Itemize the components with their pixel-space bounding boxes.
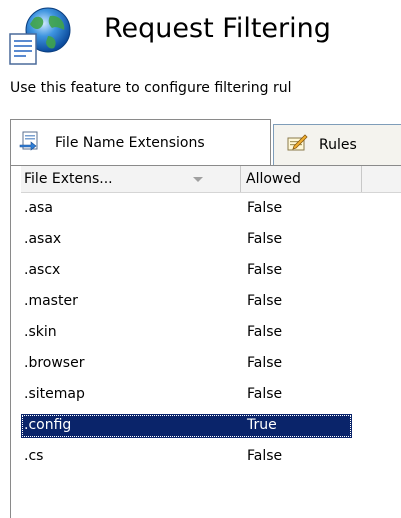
allowed-cell: False [247, 448, 283, 464]
list-item[interactable]: .skin False [21, 317, 401, 348]
column-header-file-extension[interactable]: File Extens... [21, 166, 241, 192]
list-item[interactable]: .asa False [21, 193, 401, 224]
tab-label: Rules [319, 137, 357, 153]
list-item[interactable]: .sitemap False [21, 379, 401, 410]
allowed-cell: False [247, 200, 283, 216]
list-item[interactable]: .cs False [21, 441, 401, 464]
allowed-cell: False [247, 231, 283, 247]
list-item[interactable]: .browser False [21, 348, 401, 379]
tabstrip: File Name Extensions Rules [0, 119, 401, 166]
extension-cell: .browser [24, 355, 85, 371]
request-filtering-globe-document-icon [9, 7, 71, 65]
column-header-label: Allowed [246, 171, 301, 187]
feature-description: Use this feature to configure filtering … [10, 80, 292, 96]
allowed-cell: False [247, 386, 283, 402]
extension-cell: .cs [24, 448, 44, 464]
extension-cell: .asax [24, 231, 62, 247]
tab-file-name-extensions[interactable]: File Name Extensions [10, 119, 271, 165]
page-title: Request Filtering [104, 13, 331, 44]
extension-cell: .sitemap [24, 386, 85, 402]
allowed-cell: False [247, 262, 283, 278]
allowed-cell: False [247, 355, 283, 371]
sort-descending-icon [193, 177, 203, 182]
list-body: .asa False .asax False .ascx False .mast… [21, 193, 401, 464]
extension-cell: .config [24, 417, 72, 433]
notepad-pencil-icon [287, 134, 308, 151]
feature-header: Request Filtering [0, 0, 401, 70]
column-header-label: File Extens... [24, 171, 113, 187]
list-header: File Extens... Allowed [21, 166, 401, 193]
tab-label: File Name Extensions [55, 135, 205, 151]
list-item-selected[interactable]: .config True [21, 410, 401, 441]
extension-cell: .asa [24, 200, 53, 216]
document-arrow-icon [19, 131, 38, 151]
extension-cell: .skin [24, 324, 57, 340]
extensions-list[interactable]: File Extens... Allowed .asa False .asax … [10, 165, 401, 518]
allowed-cell: False [247, 293, 283, 309]
list-item[interactable]: .asax False [21, 224, 401, 255]
allowed-cell: True [247, 417, 277, 433]
column-header-allowed[interactable]: Allowed [242, 166, 362, 192]
extension-cell: .master [24, 293, 78, 309]
list-item[interactable]: .master False [21, 286, 401, 317]
extension-cell: .ascx [24, 262, 61, 278]
allowed-cell: False [247, 324, 283, 340]
column-header-empty [363, 166, 401, 192]
tab-rules[interactable]: Rules [273, 124, 401, 165]
list-item[interactable]: .ascx False [21, 255, 401, 286]
